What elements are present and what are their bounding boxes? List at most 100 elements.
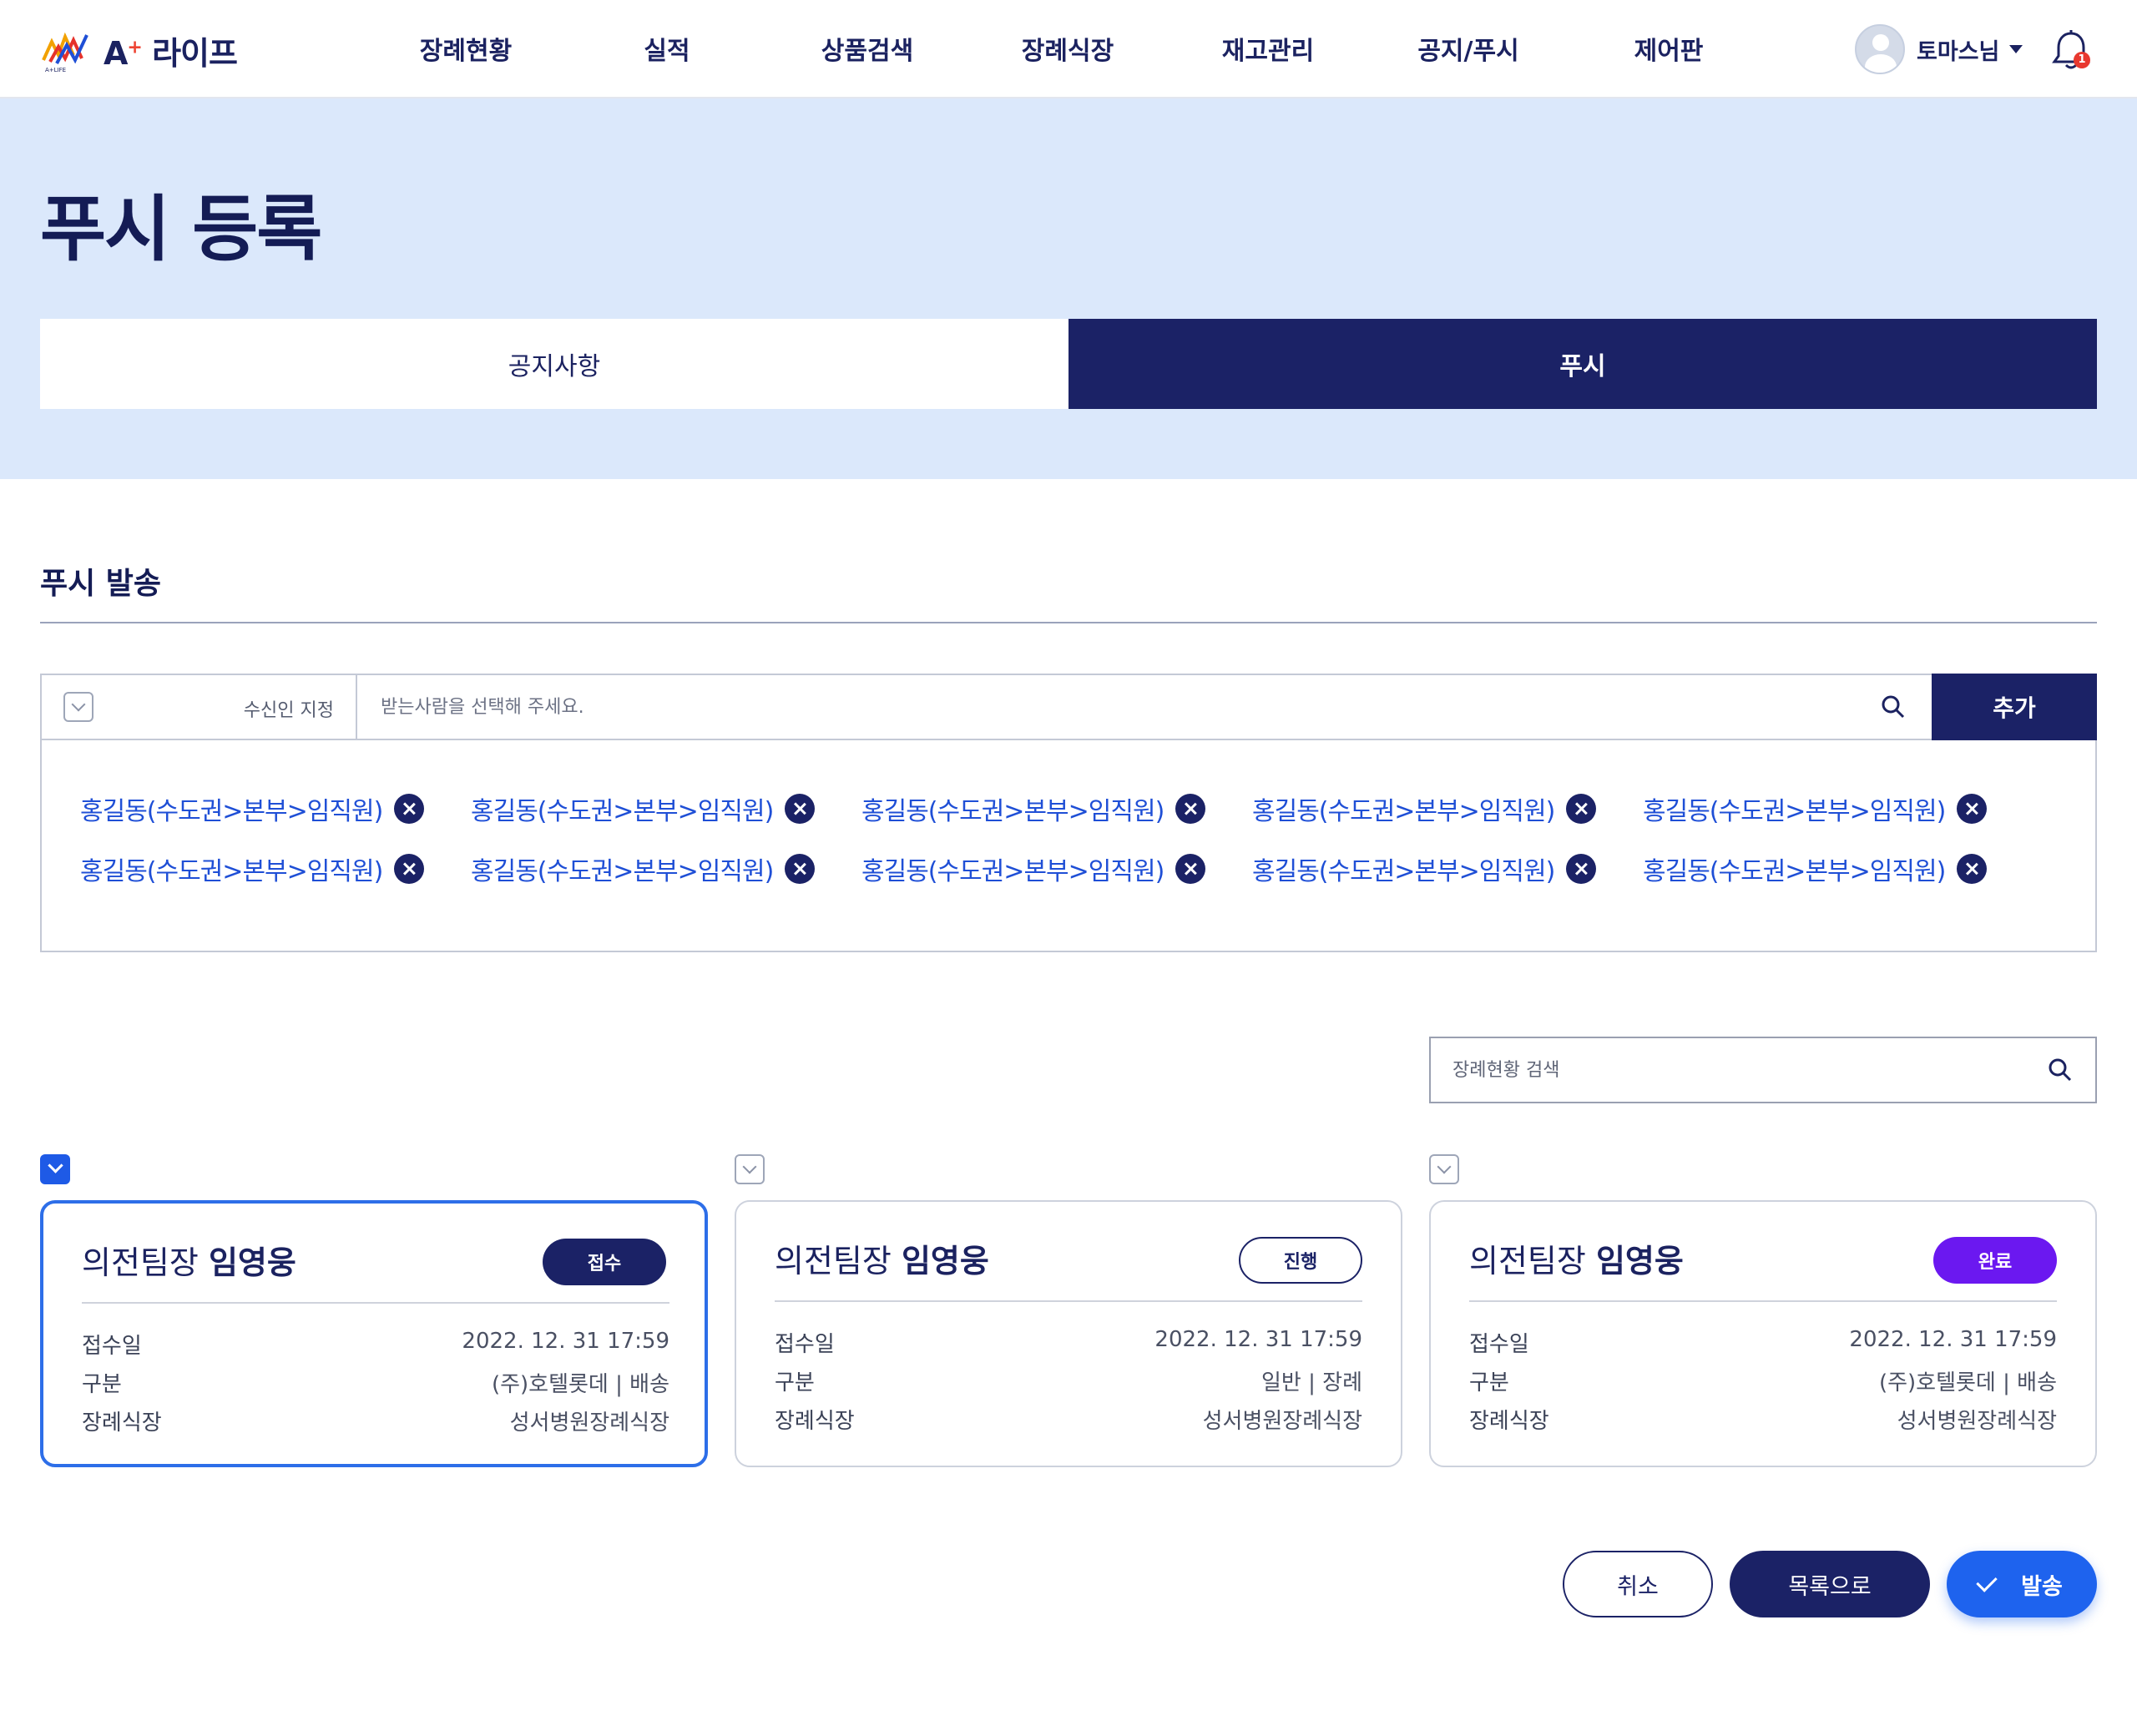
nav-notice-push[interactable]: 공지/푸시 [1385, 30, 1552, 67]
card-person-name: 임영웅 [208, 1244, 296, 1281]
card-title: 의전팀장 임영웅 [775, 1235, 989, 1281]
status-badge: 진행 [1239, 1237, 1362, 1284]
close-circle-icon[interactable] [394, 794, 425, 824]
funeral-card[interactable]: 의전팀장 임영웅 완료 접수일 2022. 12. 31 17:59 구분 (주)호… [1429, 1200, 2097, 1467]
nav-funeral-status[interactable]: 장례현황 [382, 30, 549, 67]
card-row-hall: 장례식장 성서병원장례식장 [775, 1404, 1362, 1437]
card-row-key: 접수일 [1469, 1332, 1529, 1357]
card-row-type: 구분 (주)호텔롯데 | 배송 [1469, 1365, 2057, 1399]
close-circle-icon[interactable] [1175, 854, 1206, 884]
recipient-chip-label: 홍길동(수도권>본부>임직원) [80, 797, 383, 826]
card-role: 의전팀장 [775, 1243, 892, 1279]
user-menu[interactable]: 토마스님 [1855, 23, 2023, 75]
send-button[interactable]: 발송 [1947, 1551, 2097, 1617]
funeral-card[interactable]: 의전팀장 임영웅 접수 접수일 2022. 12. 31 17:59 구분 (주)호… [40, 1200, 708, 1467]
card-row-value: 성서병원장례식장 [1897, 1409, 2057, 1434]
recipient-row: 수신인 지정 추가 [42, 674, 2097, 740]
close-circle-icon[interactable] [1566, 794, 1597, 824]
recipient-chip-label: 홍길동(수도권>본부>임직원) [861, 857, 1164, 886]
funeral-card[interactable]: 의전팀장 임영웅 진행 접수일 2022. 12. 31 17:59 구분 일반 |… [735, 1200, 1402, 1467]
card-row-type: 구분 일반 | 장례 [775, 1365, 1362, 1399]
recipient-chip: 홍길동(수도권>본부>임직원) [471, 850, 816, 887]
card-divider [775, 1300, 1362, 1302]
search-icon[interactable] [2047, 1057, 2074, 1083]
recipient-chip-label: 홍길동(수도권>본부>임직원) [861, 797, 1164, 826]
card-row-value: 일반 | 장례 [1261, 1370, 1362, 1395]
section-title: 푸시 발송 [40, 567, 162, 601]
check-icon [40, 1154, 70, 1184]
card-divider [82, 1302, 669, 1304]
recipient-chip: 홍길동(수도권>본부>임직원) [861, 850, 1206, 887]
card-divider [1469, 1300, 2057, 1302]
funeral-search-input[interactable] [1431, 1038, 2032, 1102]
card-row-hall: 장례식장 성서병원장례식장 [82, 1405, 669, 1439]
card-role: 의전팀장 [82, 1244, 199, 1281]
brand-name: A+ 라이프 [104, 28, 238, 73]
card-row-date: 접수일 2022. 12. 31 17:59 [1469, 1327, 2057, 1360]
card-title: 의전팀장 임영웅 [82, 1237, 296, 1283]
brand-text: 라이프 [152, 34, 238, 72]
back-to-list-button[interactable]: 목록으로 [1730, 1551, 1930, 1617]
top-header: A+LIFE A+ 라이프 장례현황 실적 상품검색 장례식장 재고관리 공지/… [0, 0, 2137, 98]
card-row-key: 구분 [1469, 1370, 1509, 1395]
funeral-status-search [1429, 1037, 2097, 1103]
nav-product-search[interactable]: 상품검색 [784, 30, 951, 67]
tab-push[interactable]: 푸시 [1068, 319, 2097, 409]
nav-funeral-hall[interactable]: 장례식장 [984, 30, 1151, 67]
card-row-value: 성서병원장례식장 [1202, 1409, 1362, 1434]
close-circle-icon[interactable] [785, 854, 816, 884]
add-recipient-button[interactable]: 추가 [1932, 674, 2097, 740]
recipient-search-input[interactable] [359, 675, 1937, 739]
recipient-chip: 홍길동(수도권>본부>임직원) [471, 790, 816, 827]
avatar [1855, 24, 1905, 74]
close-circle-icon[interactable] [785, 794, 816, 824]
card-person-name: 임영웅 [1595, 1243, 1684, 1279]
status-badge: 접수 [543, 1239, 666, 1285]
card-row-value: 성서병원장례식장 [509, 1410, 669, 1436]
section-divider [40, 622, 2097, 623]
card-role: 의전팀장 [1469, 1243, 1586, 1279]
search-icon[interactable] [1880, 694, 1907, 720]
close-circle-icon[interactable] [1175, 794, 1206, 824]
logo-icon: A+LIFE [42, 32, 88, 73]
chevron-down-icon [63, 692, 93, 722]
card-person-name: 임영웅 [901, 1243, 989, 1279]
close-circle-icon[interactable] [394, 854, 425, 884]
close-circle-icon[interactable] [1957, 854, 1988, 884]
card-row-value: (주)호텔롯데 | 배송 [491, 1372, 669, 1397]
recipient-chip: 홍길동(수도권>본부>임직원) [861, 790, 1206, 827]
tab-notice[interactable]: 공지사항 [40, 319, 1068, 409]
brand-plus: + [127, 36, 142, 58]
send-button-label: 발송 [2021, 1573, 2063, 1600]
card-row-key: 구분 [82, 1372, 122, 1397]
recipient-chip: 홍길동(수도권>본부>임직원) [1643, 790, 1988, 827]
check-icon [1976, 1571, 1998, 1592]
nav-control-panel[interactable]: 제어판 [1585, 30, 1752, 67]
card-checkbox-1[interactable] [40, 1154, 70, 1184]
card-row-date: 접수일 2022. 12. 31 17:59 [82, 1329, 669, 1362]
user-name: 토마스님 [1917, 38, 2000, 65]
card-checkbox-3[interactable] [1429, 1154, 1459, 1184]
chevron-down-icon [1429, 1154, 1459, 1184]
recipient-select[interactable]: 수신인 지정 [42, 675, 357, 739]
status-badge: 완료 [1933, 1237, 2057, 1284]
close-circle-icon[interactable] [1566, 854, 1597, 884]
card-row-key: 장례식장 [1469, 1409, 1549, 1434]
recipient-chip: 홍길동(수도권>본부>임직원) [80, 790, 425, 827]
brand-logo[interactable]: A+LIFE A+ 라이프 [40, 25, 238, 75]
recipient-chip: 홍길동(수도권>본부>임직원) [80, 850, 425, 887]
page-title: 푸시 등록 [40, 188, 322, 271]
cancel-button[interactable]: 취소 [1563, 1551, 1713, 1617]
card-checkbox-2[interactable] [735, 1154, 765, 1184]
card-row-key: 장례식장 [775, 1409, 855, 1434]
notification-badge: 1 [2074, 52, 2090, 68]
recipient-chip-label: 홍길동(수도권>본부>임직원) [1252, 797, 1555, 826]
card-row-type: 구분 (주)호텔롯데 | 배송 [82, 1367, 669, 1400]
nav-performance[interactable]: 실적 [584, 30, 750, 67]
chevron-down-icon [735, 1154, 765, 1184]
close-circle-icon[interactable] [1957, 794, 1988, 824]
logo-subtext: A+LIFE [45, 67, 66, 73]
nav-inventory[interactable]: 재고관리 [1185, 30, 1351, 67]
brand-letter: A [104, 34, 128, 72]
recipient-panel: 수신인 지정 추가 홍길동(수도권>본부>임직원) 홍길동(수도권>본부>임직원… [40, 674, 2097, 952]
